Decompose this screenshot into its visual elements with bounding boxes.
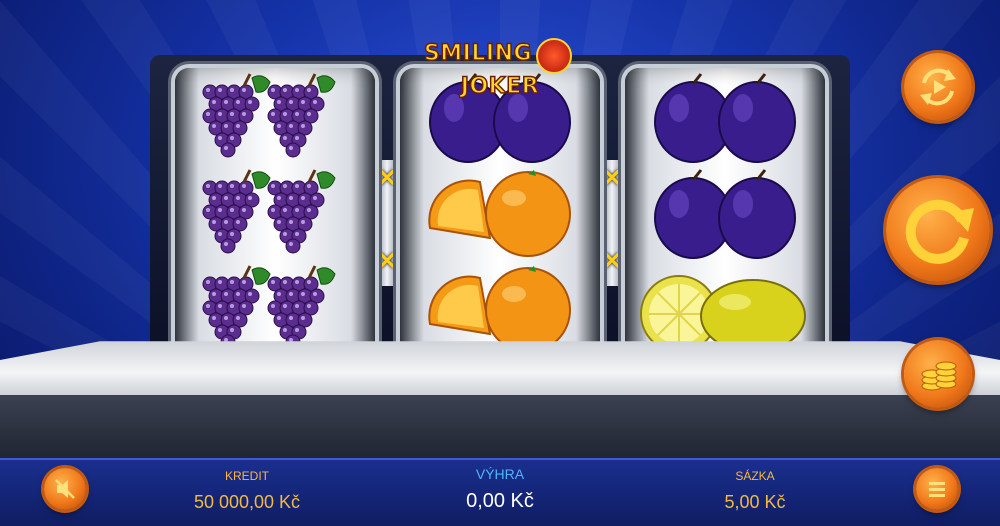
plum-symbol (635, 168, 815, 260)
payline-marker: ✕ (376, 165, 398, 192)
reel-1 (175, 68, 375, 364)
payline-marker: ✕ (601, 248, 623, 275)
credit-value: 50 000,00 Kč (193, 492, 301, 512)
credit-label: KREDIT (224, 469, 269, 483)
payline-marker: ✕ (601, 165, 623, 192)
joker-face-icon (536, 38, 573, 74)
orange-symbol (410, 168, 590, 260)
menu-button[interactable] (916, 468, 958, 510)
plum-symbol (635, 72, 815, 164)
menu-icon (929, 482, 945, 497)
bet-value: 5,00 Kč (724, 492, 786, 512)
logo-text-right: JOKER (460, 73, 540, 100)
autoplay-button[interactable] (904, 53, 972, 121)
cabinet-shadow (0, 395, 1000, 465)
bet-label: SÁZKA (735, 469, 775, 483)
sound-muted-icon (55, 479, 75, 499)
grapes-symbol (185, 168, 365, 260)
game-logo: SMILING JOKER (385, 38, 615, 100)
mute-button[interactable] (44, 468, 86, 510)
win-label: VÝHRA (475, 466, 525, 482)
reel-2 (400, 68, 600, 364)
autoplay-icon (920, 68, 956, 106)
payline-marker: ✕ (376, 248, 398, 275)
spin-icon (905, 199, 974, 264)
coins-icon (921, 361, 957, 391)
grapes-symbol (185, 72, 365, 164)
reel-3 (625, 68, 825, 364)
win-value: 0,00 Kč (466, 490, 534, 512)
bet-button[interactable] (904, 340, 972, 408)
logo-text-left: SMILING (423, 40, 533, 67)
spin-button[interactable] (886, 178, 990, 282)
